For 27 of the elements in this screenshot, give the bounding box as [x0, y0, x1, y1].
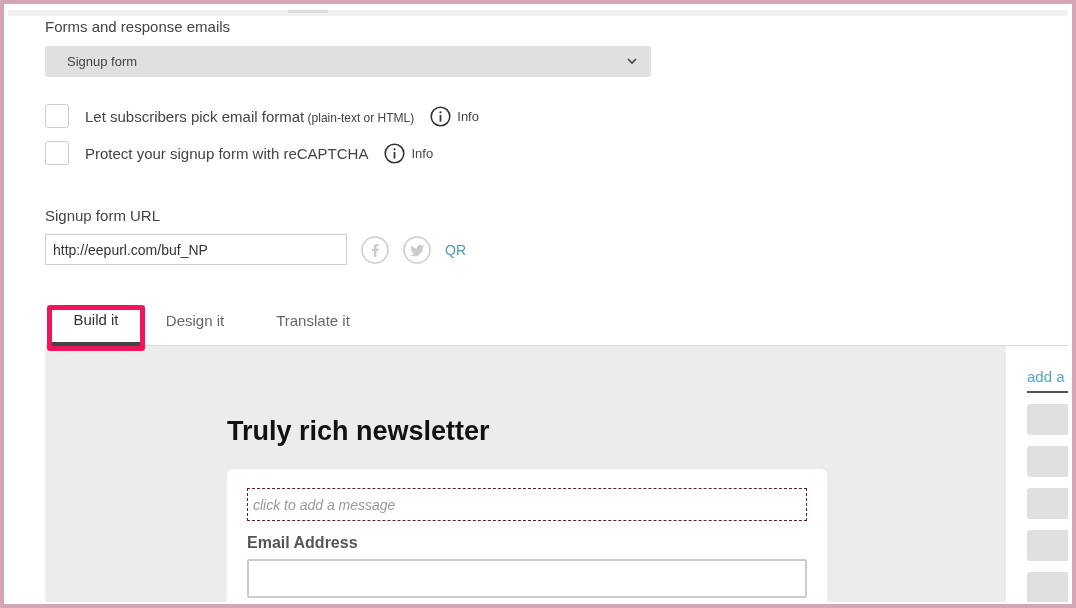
- checkbox[interactable]: [45, 141, 69, 165]
- field-type-button[interactable]: [1027, 572, 1068, 602]
- field-type-button[interactable]: [1027, 488, 1068, 519]
- bird-icon[interactable]: [403, 235, 431, 264]
- tab[interactable]: Design it: [145, 306, 245, 345]
- panel-heading: add a: [1027, 368, 1068, 393]
- field-label: Email Address: [247, 534, 359, 552]
- section-heading: Forms and response emails: [45, 17, 232, 35]
- field-type-button[interactable]: [1027, 404, 1068, 435]
- checkbox[interactable]: [45, 104, 69, 128]
- chevron-down-icon: [627, 58, 637, 65]
- info-link[interactable]: Info: [411, 145, 434, 161]
- email-field[interactable]: [247, 559, 807, 598]
- form-title: Truly rich newsletter: [227, 416, 491, 447]
- info-icon[interactable]: [384, 142, 406, 164]
- info-link[interactable]: Info: [457, 108, 479, 124]
- info-icon[interactable]: [430, 105, 452, 127]
- field-label: Signup form URL: [45, 207, 162, 224]
- form-dropdown[interactable]: Signup form: [45, 46, 651, 77]
- tab[interactable]: Build it: [52, 310, 140, 346]
- tab[interactable]: Translate it: [245, 306, 381, 345]
- url-field[interactable]: http://eepurl.com/buf_NP: [45, 234, 347, 265]
- field-type-button[interactable]: [1027, 446, 1068, 477]
- field-type-button[interactable]: [1027, 530, 1068, 561]
- checkbox-label: Let subscribers pick email format (plain-text or HTML): [85, 107, 415, 125]
- facebook-icon[interactable]: [361, 235, 389, 264]
- checkbox-label: Protect your signup form with reCAPTCHA: [85, 144, 369, 162]
